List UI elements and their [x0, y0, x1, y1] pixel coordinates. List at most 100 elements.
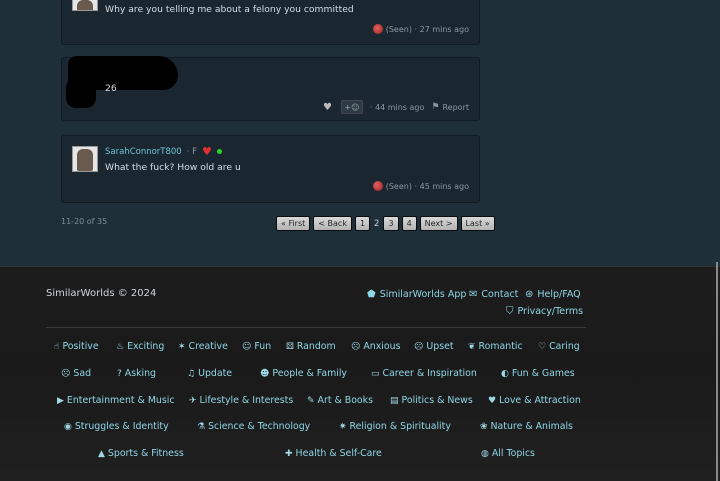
topic-label: Career & Inspiration: [382, 368, 477, 379]
topic-random[interactable]: ⚄ Random: [286, 341, 336, 352]
topic-caring[interactable]: ♡ Caring: [538, 341, 580, 352]
topic-fun-games[interactable]: ◐ Fun & Games: [501, 368, 575, 379]
online-indicator-icon: [216, 149, 222, 154]
copyright: SimilarWorlds © 2024: [46, 288, 157, 299]
flask-icon: ⚗: [197, 421, 206, 432]
topic-label: Fun & Games: [511, 368, 575, 379]
plane-icon: ✈: [189, 395, 197, 406]
topic-all[interactable]: ◍ All Topics: [481, 448, 535, 459]
person-circle-icon: ◉: [64, 421, 72, 432]
message-text: What the fuck? How old are u: [105, 162, 241, 173]
react-button[interactable]: +☺: [340, 100, 363, 114]
back-page-button[interactable]: < Back: [313, 216, 352, 231]
message-author: SarahConnorT800 · F ♥: [105, 145, 222, 158]
topic-lifestyle[interactable]: ✈ Lifestyle & Interests: [189, 395, 293, 406]
topic-label: Fun: [254, 341, 272, 352]
seen-status: (Seen) · 27 mins ago: [385, 24, 469, 34]
topic-upset[interactable]: ☹ Upset: [414, 341, 454, 352]
play-circle-icon: ▶: [57, 395, 64, 406]
message-text: 26: [105, 83, 117, 94]
sad-face-icon: ☹: [61, 368, 71, 379]
topic-label: Health & Self-Care: [295, 448, 382, 459]
topic-health[interactable]: ✚ Health & Self-Care: [285, 448, 382, 459]
topic-art-books[interactable]: ✎ Art & Books: [307, 395, 373, 406]
page-1-button[interactable]: 1: [354, 216, 371, 231]
question-icon: ?: [117, 368, 122, 379]
user-sex: · F: [186, 146, 198, 157]
topic-exciting[interactable]: ♨ Exciting: [116, 341, 164, 352]
heart-icon: ♥: [488, 395, 497, 406]
heart-outline-icon: ♡: [538, 341, 547, 352]
scrollbar[interactable]: [716, 262, 718, 481]
seen-avatar-icon: [372, 24, 383, 34]
topic-label: Upset: [426, 341, 454, 352]
topic-label: Struggles & Identity: [74, 421, 169, 432]
kiss-icon: ❦: [468, 341, 476, 352]
topic-label: Random: [296, 341, 336, 352]
next-page-button[interactable]: Next >: [419, 216, 458, 231]
topic-label: Lifestyle & Interests: [199, 395, 294, 406]
topic-label: Religion & Spirituality: [349, 421, 451, 432]
pagination: « First < Back 1 2 3 4 Next > Last »: [276, 216, 495, 231]
frown-icon: ☹: [414, 341, 424, 352]
topic-label: Entertainment & Music: [66, 395, 175, 406]
first-page-button[interactable]: « First: [276, 216, 311, 231]
page-4-button[interactable]: 4: [401, 216, 417, 231]
avatar[interactable]: [72, 0, 98, 11]
topic-label: Science & Technology: [208, 421, 311, 432]
topic-sports[interactable]: ▲ Sports & Fitness: [98, 448, 184, 459]
topic-anxious[interactable]: ☹ Anxious: [351, 341, 400, 352]
topic-science[interactable]: ⚗ Science & Technology: [197, 421, 310, 432]
topic-nature[interactable]: ❀ Nature & Animals: [480, 421, 573, 432]
footer-divider: [46, 327, 586, 328]
username-link[interactable]: SarahConnorT800: [105, 147, 182, 157]
page-3-button[interactable]: 3: [383, 216, 399, 231]
help-link[interactable]: ⊛ Help/FAQ: [525, 289, 581, 300]
report-link[interactable]: Report: [442, 103, 469, 112]
topic-romantic[interactable]: ❦ Romantic: [468, 341, 523, 352]
topic-career[interactable]: ▭ Career & Inspiration: [371, 368, 477, 379]
newspaper-icon: ▤: [390, 395, 399, 406]
topic-creative[interactable]: ✶ Creative: [178, 341, 228, 352]
avatar[interactable]: [72, 146, 98, 172]
topic-positive[interactable]: ☝ Positive: [54, 341, 99, 352]
topic-label: Positive: [62, 341, 99, 352]
app-link-label: SimilarWorlds App: [379, 289, 467, 300]
sun-icon: ✷: [339, 421, 347, 432]
heart-outline-icon[interactable]: ♥: [323, 102, 332, 113]
last-page-button[interactable]: Last »: [460, 216, 495, 231]
message-meta: ♥ +☺ · 44 mins ago ⚑ Report: [323, 100, 469, 114]
paw-icon: ❀: [480, 421, 488, 432]
privacy-link[interactable]: ⛉ Privacy/Terms: [506, 306, 583, 317]
worried-face-icon: ☹: [351, 341, 361, 352]
message-card: SarahConnorT800 · F ♥ What the fuck? How…: [61, 135, 480, 203]
message-time: · 44 mins ago: [369, 102, 425, 112]
current-page: 2: [374, 218, 380, 229]
topic-label: Sports & Fitness: [107, 448, 184, 459]
topic-label: Caring: [549, 341, 580, 352]
topic-love[interactable]: ♥ Love & Attraction: [488, 395, 581, 406]
topic-politics[interactable]: ▤ Politics & News: [390, 395, 473, 406]
magic-wand-icon: ✶: [178, 341, 186, 352]
topic-label: Asking: [124, 368, 157, 379]
topic-sad[interactable]: ☹ Sad: [61, 368, 91, 379]
message-text: Why are you telling me about a felony yo…: [105, 4, 354, 15]
topic-people-family[interactable]: ☻ People & Family: [260, 368, 347, 379]
topic-religion[interactable]: ✷ Religion & Spirituality: [339, 421, 451, 432]
topic-label: Nature & Animals: [490, 421, 573, 432]
flag-icon[interactable]: ⚑: [431, 102, 439, 112]
topic-label: Update: [198, 368, 233, 379]
thumbs-up-icon: ☝: [54, 341, 60, 352]
app-link[interactable]: ⬟ SimilarWorlds App: [367, 289, 466, 300]
topic-label: Love & Attraction: [499, 395, 581, 406]
topic-struggles[interactable]: ◉ Struggles & Identity: [64, 421, 169, 432]
lifebuoy-icon: ⊛: [525, 289, 534, 300]
flame-icon: ♨: [116, 341, 125, 352]
topic-fun[interactable]: ☺ Fun: [242, 341, 271, 352]
topic-entertainment[interactable]: ▶ Entertainment & Music: [57, 395, 175, 406]
seen-status: (Seen) · 45 mins ago: [385, 181, 469, 191]
redaction-mark: [66, 78, 96, 108]
topic-asking[interactable]: ? Asking: [117, 368, 156, 379]
topic-update[interactable]: ♫ Update: [187, 368, 232, 379]
contact-link[interactable]: ✉ Contact: [469, 289, 518, 300]
